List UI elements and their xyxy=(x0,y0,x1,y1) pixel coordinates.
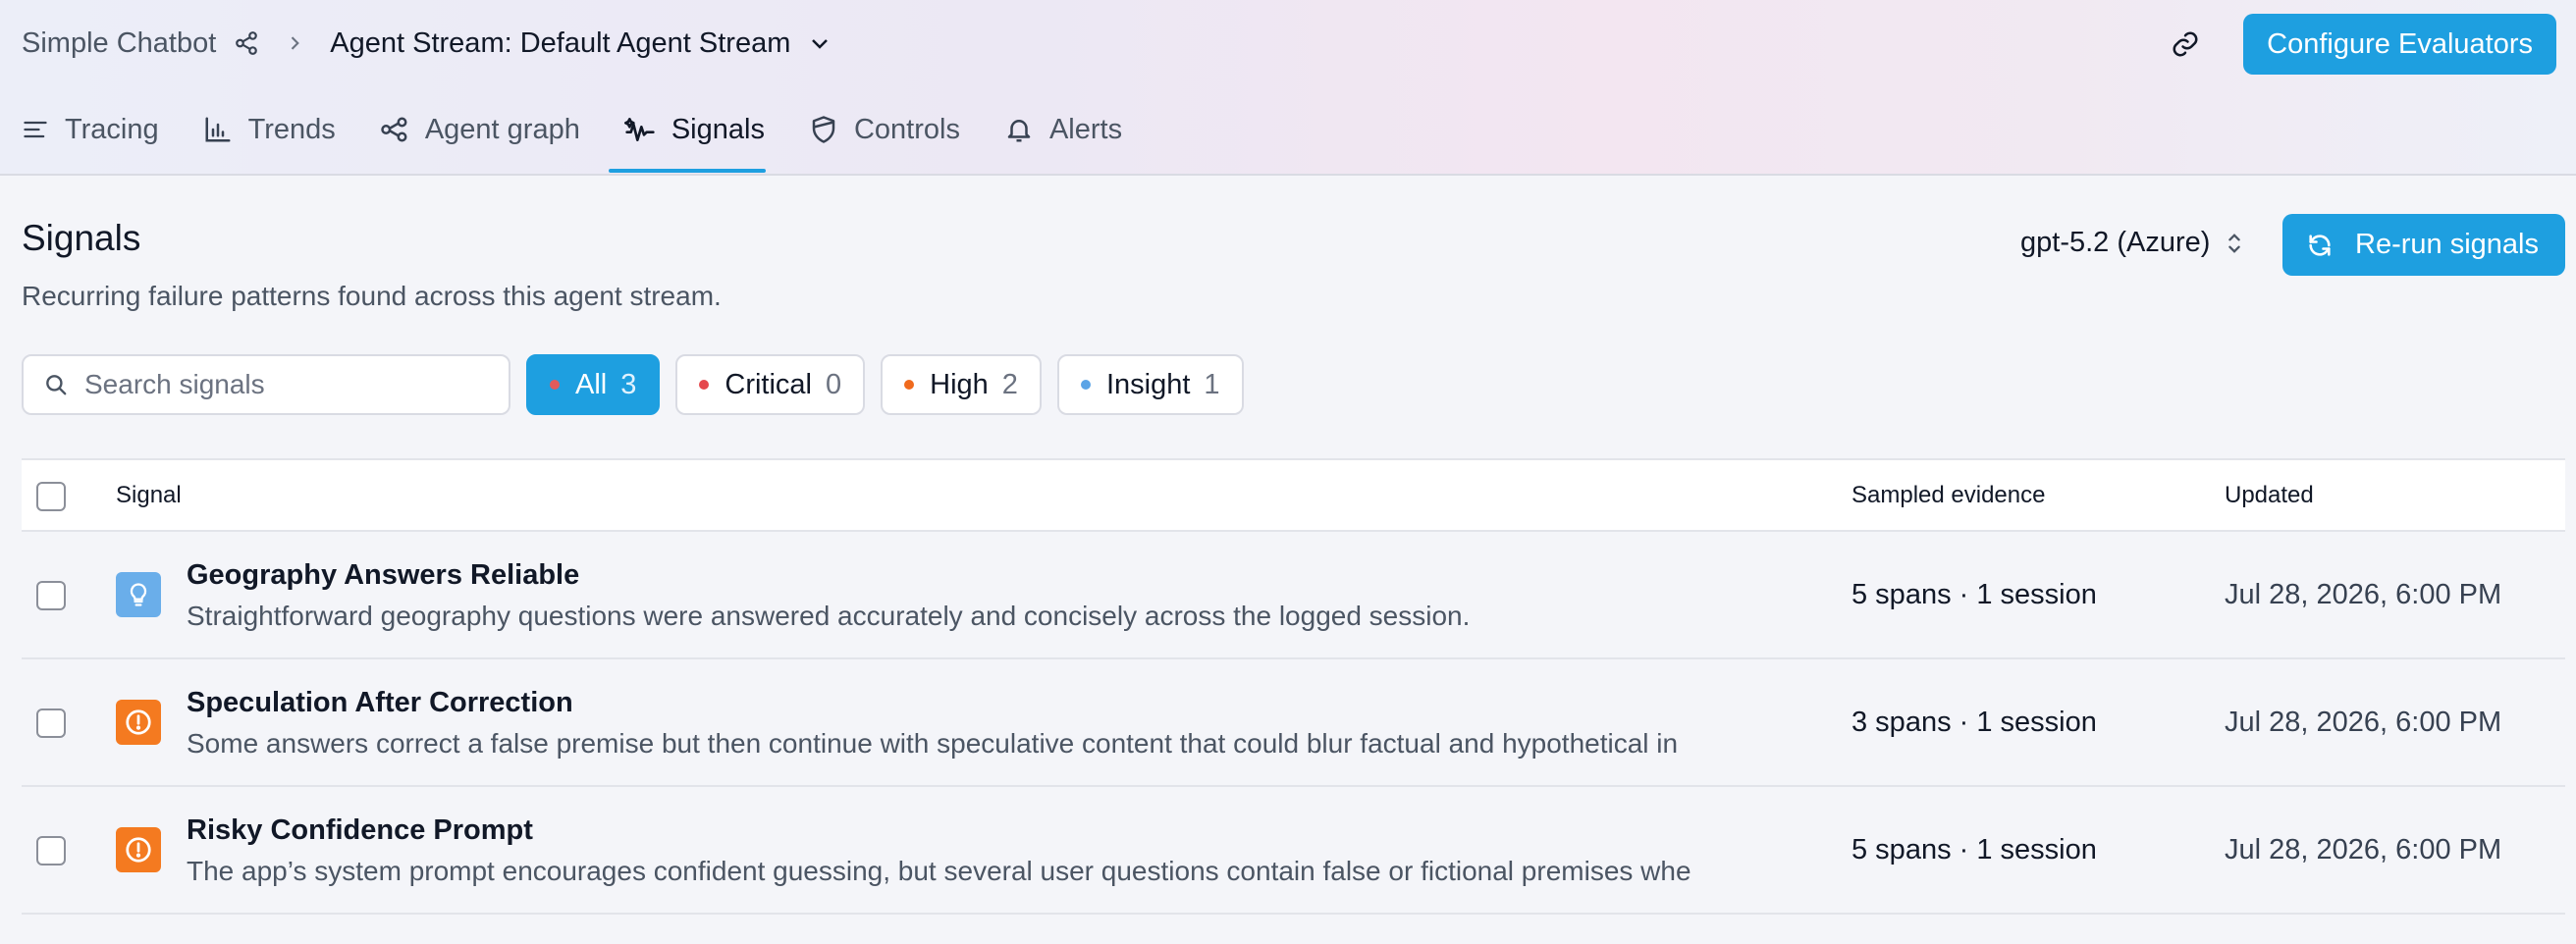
tab-label: Trends xyxy=(247,113,336,145)
rerun-signals-button[interactable]: Re-run signals xyxy=(2282,214,2565,276)
search-box xyxy=(22,354,510,415)
model-select[interactable]: gpt-5.2 (Azure) xyxy=(2020,227,2245,259)
lightbulb-icon xyxy=(116,572,161,617)
sampled-evidence: 5 spans · 1 session xyxy=(1852,834,2097,865)
column-header-evidence[interactable]: Sampled evidence xyxy=(1852,482,2045,509)
signal-description: Straightforward geography questions were… xyxy=(187,601,1471,631)
tab-label: Agent graph xyxy=(424,113,580,145)
header-actions: Configure Evaluators xyxy=(2171,14,2556,75)
column-header-updated[interactable]: Updated xyxy=(2225,482,2314,509)
signals-table: Signal Sampled evidence Updated Geograph… xyxy=(22,458,2565,915)
tab-label: Alerts xyxy=(1048,113,1123,145)
updated-timestamp: Jul 28, 2026, 6:00 PM xyxy=(2225,707,2502,738)
signal-title[interactable]: Speculation After Correction xyxy=(187,687,573,719)
tab-trends[interactable]: Trends xyxy=(203,98,336,161)
graph-icon xyxy=(380,115,409,144)
chip-label: Insight xyxy=(1105,368,1191,400)
severity-dot xyxy=(904,380,915,390)
breadcrumb-app[interactable]: Simple Chatbot xyxy=(22,27,216,60)
model-select-value: gpt-5.2 (Azure) xyxy=(2020,227,2211,258)
signal-title[interactable]: Risky Confidence Prompt xyxy=(187,814,533,847)
configure-evaluators-button[interactable]: Configure Evaluators xyxy=(2243,14,2556,75)
updated-timestamp: Jul 28, 2026, 6:00 PM xyxy=(2225,579,2502,610)
row-checkbox[interactable] xyxy=(36,708,66,738)
chevron-down-icon[interactable] xyxy=(808,31,832,55)
select-all-checkbox[interactable] xyxy=(36,482,66,511)
row-checkbox[interactable] xyxy=(36,581,66,610)
chevron-right-icon xyxy=(285,33,304,53)
alert-icon xyxy=(116,827,161,872)
tab-label: Tracing xyxy=(65,113,159,145)
table-row[interactable]: Speculation After Correction Some answer… xyxy=(22,659,2565,787)
table-row[interactable]: Risky Confidence Prompt The app’s system… xyxy=(22,787,2565,915)
signal-icon xyxy=(623,114,656,145)
alert-icon xyxy=(116,700,161,745)
breadcrumb: Simple Chatbot Agent Stream: Default Age… xyxy=(22,22,832,65)
signal-description: The app’s system prompt encourages confi… xyxy=(187,856,1691,886)
page-subtitle: Recurring failure patterns found across … xyxy=(22,281,722,311)
filter-bar: All 3 Critical 0 High 2 Insight 1 xyxy=(22,354,1244,415)
severity-dot xyxy=(1080,380,1091,390)
search-input[interactable] xyxy=(82,368,499,401)
tab-agent-graph[interactable]: Agent graph xyxy=(380,98,580,161)
sampled-evidence: 3 spans · 1 session xyxy=(1852,707,2097,738)
row-checkbox[interactable] xyxy=(36,836,66,865)
chip-count: 1 xyxy=(1204,368,1220,400)
rerun-signals-label: Re-run signals xyxy=(2355,229,2539,260)
search-icon xyxy=(43,372,69,397)
tab-label: Signals xyxy=(671,113,765,145)
page-title: Signals xyxy=(22,218,141,258)
updated-timestamp: Jul 28, 2026, 6:00 PM xyxy=(2225,834,2502,865)
breadcrumb-current-stream[interactable]: Agent Stream: Default Agent Stream xyxy=(330,27,790,60)
chevron-up-down-icon xyxy=(2224,231,2245,256)
filter-chip-critical[interactable]: Critical 0 xyxy=(675,354,866,415)
tab-label: Controls xyxy=(853,113,960,145)
share-graph-icon[interactable] xyxy=(234,30,259,56)
bar-chart-icon xyxy=(203,115,233,144)
chip-label: High xyxy=(930,368,989,400)
severity-dot xyxy=(550,380,560,390)
list-icon xyxy=(22,116,49,143)
chip-label: All xyxy=(575,368,608,400)
signal-title[interactable]: Geography Answers Reliable xyxy=(187,559,579,592)
refresh-icon xyxy=(2306,232,2334,259)
shield-icon xyxy=(809,115,838,144)
filter-chip-high[interactable]: High 2 xyxy=(881,354,1042,415)
nav-tabs: Tracing Trends Agent graph Signals Contr… xyxy=(22,98,1166,174)
signal-description: Some answers correct a false premise but… xyxy=(187,728,1679,759)
tab-controls[interactable]: Controls xyxy=(809,98,960,161)
chip-count: 0 xyxy=(826,368,842,400)
chip-label: Critical xyxy=(724,368,812,400)
top-bar: Simple Chatbot Agent Stream: Default Age… xyxy=(0,0,2576,176)
link-icon[interactable] xyxy=(2171,29,2200,59)
chip-count: 2 xyxy=(1001,368,1018,400)
tab-signals[interactable]: Signals xyxy=(608,98,767,173)
sampled-evidence: 5 spans · 1 session xyxy=(1852,579,2097,610)
severity-dot xyxy=(699,380,710,390)
tab-alerts[interactable]: Alerts xyxy=(1004,98,1122,161)
chip-count: 3 xyxy=(620,368,637,400)
table-header: Signal Sampled evidence Updated xyxy=(22,460,2565,532)
column-header-signal[interactable]: Signal xyxy=(116,482,182,509)
bell-icon xyxy=(1004,115,1034,144)
filter-chip-insight[interactable]: Insight 1 xyxy=(1056,354,1244,415)
table-row[interactable]: Geography Answers Reliable Straightforwa… xyxy=(22,532,2565,659)
tab-tracing[interactable]: Tracing xyxy=(22,98,159,161)
filter-chip-all[interactable]: All 3 xyxy=(526,354,661,415)
